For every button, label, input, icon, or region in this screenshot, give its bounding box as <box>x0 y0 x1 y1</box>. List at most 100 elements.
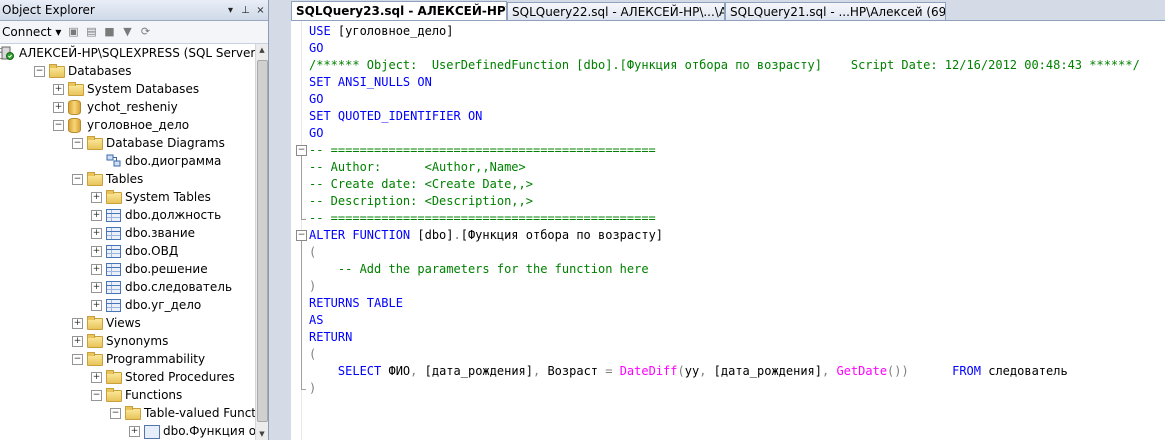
expand-icon[interactable]: + <box>72 336 83 347</box>
fold-collapse-icon[interactable]: − <box>296 230 307 241</box>
code-token: , <box>533 364 548 378</box>
refresh-icon[interactable]: ⟳ <box>137 24 153 40</box>
tree-node[interactable]: − Table-valued Functions <box>0 404 268 422</box>
tree-node[interactable]: − Programmability <box>0 350 256 368</box>
scroll-up-icon[interactable]: ▲ <box>256 44 268 56</box>
tree-node-label: dbo.звание <box>125 226 196 240</box>
table-icon <box>106 281 121 294</box>
panel-splitter[interactable] <box>269 0 291 440</box>
collapse-icon[interactable]: − <box>34 66 45 77</box>
tree-node[interactable]: − Tables <box>0 170 256 188</box>
expand-icon[interactable]: + <box>91 228 102 239</box>
code-line: ( <box>309 244 316 261</box>
database-icon <box>68 100 81 115</box>
code-token: ФИО <box>388 364 411 378</box>
tree-node[interactable]: + dbo.звание <box>0 224 256 242</box>
code-token: ( <box>309 245 317 259</box>
tree-node[interactable]: + System Databases <box>0 80 256 98</box>
tree-node[interactable]: + Views <box>0 314 256 332</box>
scroll-down-icon[interactable]: ▼ <box>256 428 268 440</box>
folder-icon <box>106 388 122 402</box>
folder-icon <box>87 172 103 186</box>
expand-icon[interactable]: + <box>72 318 83 329</box>
document-tab[interactable]: SQLQuery21.sql - ...HP\Алексей (69))* <box>725 2 946 20</box>
tree-node[interactable]: − Databases <box>0 62 256 80</box>
function-icon <box>144 425 160 439</box>
document-tabs: SQLQuery23.sql - АЛЕКСЕЙ-HP\...\А...×SQL… <box>291 0 1165 20</box>
code-token: yy <box>684 364 700 378</box>
expand-icon[interactable]: + <box>91 246 102 257</box>
expand-icon[interactable]: + <box>53 84 64 95</box>
tree-node-label: Stored Procedures <box>125 370 235 384</box>
fold-collapse-icon[interactable]: − <box>296 145 307 156</box>
fold-guide-end <box>301 219 306 220</box>
document-tab[interactable]: SQLQuery22.sql - АЛЕКСЕЙ-HP\...\А... <box>507 2 725 20</box>
expand-icon[interactable]: + <box>53 102 64 113</box>
collapse-icon[interactable]: − <box>72 138 83 149</box>
code-token: следователь <box>988 364 1068 378</box>
document-tab[interactable]: SQLQuery23.sql - АЛЕКСЕЙ-HP\...\А...× <box>291 1 507 20</box>
tree-node[interactable]: − Functions <box>0 386 256 404</box>
expand-icon[interactable]: + <box>91 300 102 311</box>
expand-icon[interactable]: + <box>91 192 102 203</box>
tree-node[interactable]: + System Tables <box>0 188 256 206</box>
code-line: /****** Object: UserDefinedFunction [dbo… <box>309 57 1140 74</box>
tree-node-label: уголовное_дело <box>87 118 190 132</box>
object-explorer-titlebar: Object Explorer ▾ ⊥ × <box>0 0 268 21</box>
tree-node[interactable]: dbo.диограмма <box>0 152 256 170</box>
tree-node[interactable]: + dbo.решение <box>0 260 256 278</box>
code-line: USE [уголовное_дело] <box>309 23 454 40</box>
tree-node[interactable]: + dbo.Функция отбора п <box>0 422 268 440</box>
tree-node-label: Table-valued Functions <box>144 406 269 420</box>
code-token: [дата_рождения] <box>713 364 823 378</box>
tree-node[interactable]: + dbo.ОВД <box>0 242 256 260</box>
disconnect-icon[interactable]: ▤ <box>83 24 99 40</box>
connect-button[interactable]: Connect ▾ <box>2 25 63 39</box>
database-icon <box>68 118 81 133</box>
code-token: -- Description: <Description,,> <box>309 194 533 208</box>
code-token: ) <box>309 381 317 395</box>
expand-icon[interactable]: + <box>91 210 102 221</box>
close-icon[interactable]: × <box>253 5 268 16</box>
connect-object-icon[interactable]: ▣ <box>65 24 81 40</box>
tree-node[interactable]: − уголовное_дело <box>0 116 256 134</box>
object-explorer-scrollbar[interactable]: ▲ ▼ <box>255 44 268 440</box>
autohide-pin-icon[interactable]: ⊥ <box>238 5 253 16</box>
code-token: -- =====================================… <box>309 143 656 157</box>
collapse-icon[interactable]: − <box>91 390 102 401</box>
tree-node[interactable]: + ychot_resheniy <box>0 98 256 116</box>
collapse-icon[interactable]: − <box>72 354 83 365</box>
tree-node-label: System Databases <box>87 82 200 96</box>
collapse-icon[interactable]: − <box>72 174 83 185</box>
tree-node[interactable]: + dbo.должность <box>0 206 256 224</box>
table-icon <box>106 227 121 240</box>
expand-icon[interactable]: + <box>91 282 102 293</box>
tree-node[interactable]: − Database Diagrams <box>0 134 256 152</box>
collapse-icon[interactable]: − <box>53 120 64 131</box>
code-editor[interactable]: USE [уголовное_дело] GO/****** Object: Us… <box>291 20 1165 440</box>
tree-node-label: Synonyms <box>106 334 169 348</box>
expand-icon[interactable]: + <box>91 264 102 275</box>
code-line: AS <box>309 312 323 329</box>
code-line: RETURNS TABLE <box>309 295 403 312</box>
expand-icon[interactable]: + <box>91 372 102 383</box>
scroll-thumb[interactable] <box>257 60 268 422</box>
tree-node-label: dbo.Функция отбора п <box>163 424 268 438</box>
tree-node-label: Database Diagrams <box>106 136 225 150</box>
collapse-icon[interactable]: − <box>110 408 121 419</box>
tree-node[interactable]: + dbo.уг_дело <box>0 296 256 314</box>
tree-node[interactable]: −АЛЕКСЕЙ-HP\SQLEXPRESS (SQL Server 10.50… <box>0 44 268 62</box>
filter-icon[interactable]: ▼ <box>119 24 135 40</box>
tree-node-label: dbo.диограмма <box>125 154 222 168</box>
code-line: RETURN <box>309 329 352 346</box>
tree-node-label: dbo.ОВД <box>125 244 179 258</box>
code-token: RETURNS TABLE <box>309 296 403 310</box>
tree-node[interactable]: + dbo.следователь <box>0 278 256 296</box>
stop-icon[interactable]: ■ <box>101 24 117 40</box>
tree-node[interactable]: + Synonyms <box>0 332 256 350</box>
object-explorer-title: Object Explorer <box>2 3 95 17</box>
tree-node-label: System Tables <box>125 190 211 204</box>
expand-icon[interactable]: + <box>129 426 140 437</box>
pin-icon[interactable]: ▾ <box>223 5 238 16</box>
tree-node[interactable]: + Stored Procedures <box>0 368 256 386</box>
